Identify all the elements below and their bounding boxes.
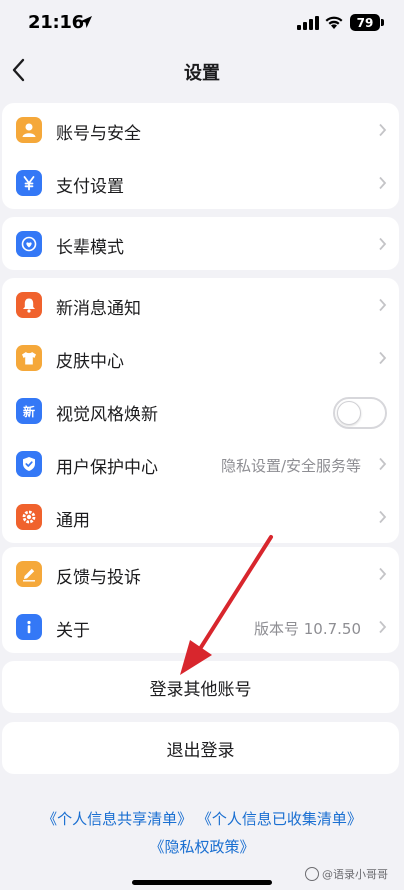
gear-icon: [16, 504, 42, 530]
chevron-right-icon: [379, 176, 387, 190]
row-new-message-notification[interactable]: 新消息通知: [2, 278, 399, 331]
chevron-right-icon: [379, 620, 387, 634]
new-style-icon: 新: [16, 398, 42, 424]
row-label: 账号与安全: [56, 124, 141, 144]
visual-style-toggle[interactable]: [333, 397, 387, 429]
yen-icon: [16, 170, 42, 196]
nav-bar: 设置: [0, 46, 404, 96]
settings-group-elder: 长辈模式: [2, 217, 399, 270]
chevron-right-icon: [379, 351, 387, 365]
chevron-right-icon: [379, 123, 387, 137]
policy-links-second-line: 《隐私权政策》: [0, 836, 404, 857]
chevron-right-icon: [379, 298, 387, 312]
collected-info-list-link[interactable]: 《个人信息已收集清单》: [197, 810, 362, 828]
logout-button[interactable]: 退出登录: [2, 722, 399, 774]
chevron-right-icon: [379, 457, 387, 471]
info-icon: [16, 614, 42, 640]
row-user-protection-center[interactable]: 用户保护中心 隐私设置/安全服务等: [2, 437, 399, 490]
pencil-icon: [16, 561, 42, 587]
wifi-icon: [325, 16, 343, 29]
toggle-knob: [337, 401, 361, 425]
row-payment-settings[interactable]: 支付设置: [2, 156, 399, 209]
row-label: 视觉风格焕新: [56, 405, 158, 425]
watermark: @语录小哥哥: [305, 866, 388, 882]
shirt-icon: [16, 345, 42, 371]
watermark-logo-icon: [305, 867, 319, 881]
row-skin-center[interactable]: 皮肤中心: [2, 331, 399, 384]
home-indicator: [132, 880, 272, 885]
battery-indicator: 79: [350, 14, 380, 31]
row-label: 通用: [56, 511, 90, 531]
row-value: 隐私设置/安全服务等: [220, 457, 361, 475]
row-account-security[interactable]: 账号与安全: [2, 103, 399, 156]
privacy-policy-link[interactable]: 《隐私权政策》: [149, 838, 254, 856]
switch-account-button[interactable]: 登录其他账号: [2, 661, 399, 713]
shared-info-list-link[interactable]: 《个人信息共享清单》: [42, 810, 192, 828]
row-label: 长辈模式: [56, 238, 124, 258]
row-value: 版本号 10.7.50: [253, 620, 361, 638]
row-label: 用户保护中心: [56, 458, 158, 478]
row-label: 皮肤中心: [56, 352, 124, 372]
settings-group-about: 反馈与投诉 关于 版本号 10.7.50: [2, 547, 399, 653]
row-label: 新消息通知: [56, 299, 141, 319]
chevron-right-icon: [379, 510, 387, 524]
settings-group-general: 新消息通知 皮肤中心 新 视觉风格焕新 用户保护中心 隐私设置/安全服务等 通用: [2, 278, 399, 543]
status-bar: 21:16 79: [0, 0, 404, 46]
row-label: 关于: [56, 621, 90, 641]
policy-links: 《个人信息共享清单》 《个人信息已收集清单》: [0, 808, 404, 829]
page-title: 设置: [184, 63, 220, 84]
location-arrow-icon: [80, 16, 92, 28]
chevron-right-icon: [379, 567, 387, 581]
row-visual-style-refresh: 新 视觉风格焕新: [2, 384, 399, 437]
status-time: 21:16: [28, 12, 84, 33]
settings-group-account: 账号与安全 支付设置: [2, 103, 399, 209]
row-feedback-complaint[interactable]: 反馈与投诉: [2, 547, 399, 600]
row-general[interactable]: 通用: [2, 490, 399, 543]
elder-mode-icon: [16, 231, 42, 257]
new-style-icon-text: 新: [22, 404, 35, 419]
row-about[interactable]: 关于 版本号 10.7.50: [2, 600, 399, 653]
chevron-right-icon: [379, 237, 387, 251]
row-label: 反馈与投诉: [56, 568, 141, 588]
battery-cap: [381, 19, 384, 26]
cellular-signal-icon: [297, 16, 319, 30]
shield-icon: [16, 451, 42, 477]
row-elder-mode[interactable]: 长辈模式: [2, 217, 399, 270]
row-label: 支付设置: [56, 177, 124, 197]
account-icon: [16, 117, 42, 143]
bell-icon: [16, 292, 42, 318]
watermark-text: @语录小哥哥: [322, 868, 388, 881]
